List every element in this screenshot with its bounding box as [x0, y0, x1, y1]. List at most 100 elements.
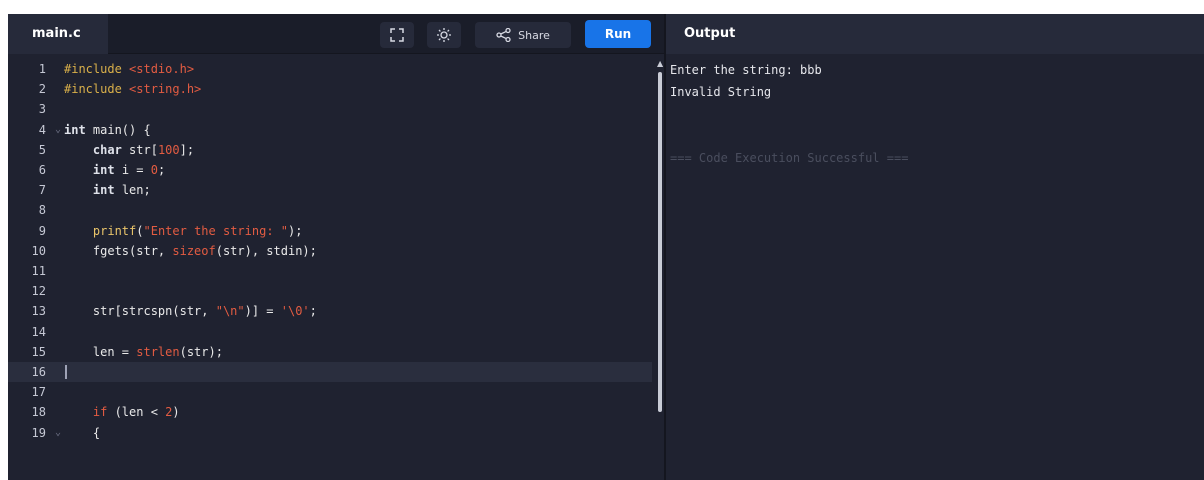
code-token: int — [92, 163, 115, 177]
code-text: int i = 0; — [64, 160, 165, 180]
file-tab[interactable]: main.c — [8, 14, 108, 54]
share-icon — [496, 28, 512, 42]
code-token: (str); — [179, 344, 223, 359]
code-line[interactable]: 1 #include <stdio.h> — [8, 59, 652, 79]
line-number: 14 — [31, 324, 46, 339]
code-text: int main() { — [64, 120, 151, 140]
fullscreen-button[interactable] — [380, 22, 414, 48]
code-line[interactable]: 9 printf("Enter the string: "); — [8, 221, 652, 241]
code-token: (str), stdin); — [215, 243, 317, 258]
execution-status: === Code Execution Successful === — [670, 151, 909, 165]
code-token: '\0' — [280, 304, 310, 319]
code-token: printf — [92, 223, 137, 238]
code-token: <string.h> — [129, 82, 202, 97]
line-number: 17 — [31, 385, 46, 400]
line-number: 4 — [38, 122, 46, 137]
code-token: int — [64, 122, 86, 137]
code-line[interactable]: 12 — [8, 281, 652, 301]
code-token: len = — [64, 344, 137, 359]
compiler-window: main.c Share Run 1 #include <stdio.h> 2 … — [8, 14, 1204, 480]
code-line[interactable]: 14 — [8, 322, 652, 342]
output-line: Enter the string: bbb — [670, 63, 822, 77]
code-token: #include — [64, 62, 130, 76]
code-line[interactable]: 17 — [8, 382, 652, 402]
code-text: #include <stdio.h> — [64, 59, 194, 79]
code-token: 100 — [157, 142, 180, 157]
code-line[interactable]: 7 int len; — [8, 180, 652, 200]
code-text: char str[100]; — [64, 140, 194, 160]
code-line[interactable]: 15 len = strlen(str); — [8, 342, 652, 362]
code-token: 0 — [150, 163, 158, 177]
line-number: 19 — [31, 425, 46, 440]
code-token: main() { — [85, 122, 151, 137]
code-line[interactable]: 10 fgets(str, sizeof(str), stdin); — [8, 241, 652, 261]
code-line[interactable]: 6 int i = 0; — [8, 160, 652, 180]
code-line[interactable]: 3 — [8, 99, 652, 119]
output-header: Output — [666, 14, 1204, 54]
code-token: ; — [157, 163, 166, 177]
code-token: len; — [114, 183, 151, 198]
share-label: Share — [518, 28, 550, 42]
line-number: 12 — [31, 284, 46, 299]
text-cursor — [65, 365, 67, 379]
code-token: { — [64, 425, 101, 440]
editor-toolbar: main.c Share Run — [8, 14, 664, 54]
code-token: i = — [114, 163, 151, 177]
code-line[interactable]: 16 — [8, 362, 652, 382]
code-text: { — [64, 423, 100, 443]
code-token: ]; — [179, 142, 195, 157]
theme-toggle-button[interactable] — [427, 22, 461, 48]
code-line[interactable]: 2 #include <string.h> — [8, 79, 652, 99]
line-number: 6 — [38, 163, 46, 177]
sun-icon — [436, 27, 452, 43]
code-token: ; — [309, 304, 317, 319]
code-token: ); — [288, 223, 303, 238]
code-token: )] = — [244, 304, 281, 319]
code-text: #include <string.h> — [64, 79, 201, 99]
code-text: int len; — [64, 180, 151, 200]
line-number: 10 — [31, 243, 46, 258]
scroll-up-icon[interactable]: ▲ — [657, 59, 663, 68]
code-token: sizeof — [172, 243, 216, 258]
share-button[interactable]: Share — [475, 22, 571, 48]
code-line[interactable]: 13 str[strcspn(str, "\n")] = '\0'; — [8, 301, 652, 321]
code-line[interactable]: 19 ⌄ { — [8, 423, 652, 443]
line-number: 15 — [31, 344, 46, 359]
fold-chevron-icon[interactable]: ⌄ — [55, 120, 61, 140]
line-number: 5 — [38, 142, 46, 157]
line-number: 13 — [31, 304, 46, 319]
code-line[interactable]: 5 char str[100]; — [8, 140, 652, 160]
code-token: char — [92, 142, 122, 157]
line-number: 11 — [31, 264, 46, 278]
editor-pane: main.c Share Run 1 #include <stdio.h> 2 … — [8, 14, 664, 480]
code-token: #include — [64, 82, 130, 97]
code-token: int — [92, 183, 115, 198]
line-number: 3 — [38, 102, 46, 117]
code-line[interactable]: 4 ⌄ int main() { — [8, 120, 652, 140]
code-text: fgets(str, sizeof(str), stdin); — [64, 241, 317, 261]
code-token: strlen — [136, 344, 180, 359]
line-number: 7 — [38, 183, 46, 198]
output-title: Output — [684, 26, 736, 41]
code-text: str[strcspn(str, "\n")] = '\0'; — [64, 301, 317, 321]
fold-chevron-icon[interactable]: ⌄ — [55, 423, 61, 443]
line-number: 9 — [38, 223, 46, 238]
editor-scrollbar[interactable] — [658, 72, 662, 412]
code-token: (len < — [107, 405, 166, 420]
run-button[interactable]: Run — [585, 20, 651, 48]
code-token: "Enter the string: " — [143, 223, 289, 238]
code-line[interactable]: 18 if (len < 2) — [8, 402, 652, 422]
code-token: ) — [172, 405, 180, 420]
code-editor[interactable]: 1 #include <stdio.h> 2 #include <string.h> 3… — [8, 59, 652, 480]
code-line[interactable]: 11 — [8, 261, 652, 281]
line-number: 2 — [38, 82, 46, 97]
code-line[interactable]: 8 — [8, 200, 652, 220]
code-token: if — [92, 405, 108, 420]
output-pane: Output Enter the string: bbb Invalid Stri… — [666, 14, 1204, 480]
line-number: 8 — [38, 203, 46, 218]
output-line: Invalid String — [670, 85, 772, 99]
